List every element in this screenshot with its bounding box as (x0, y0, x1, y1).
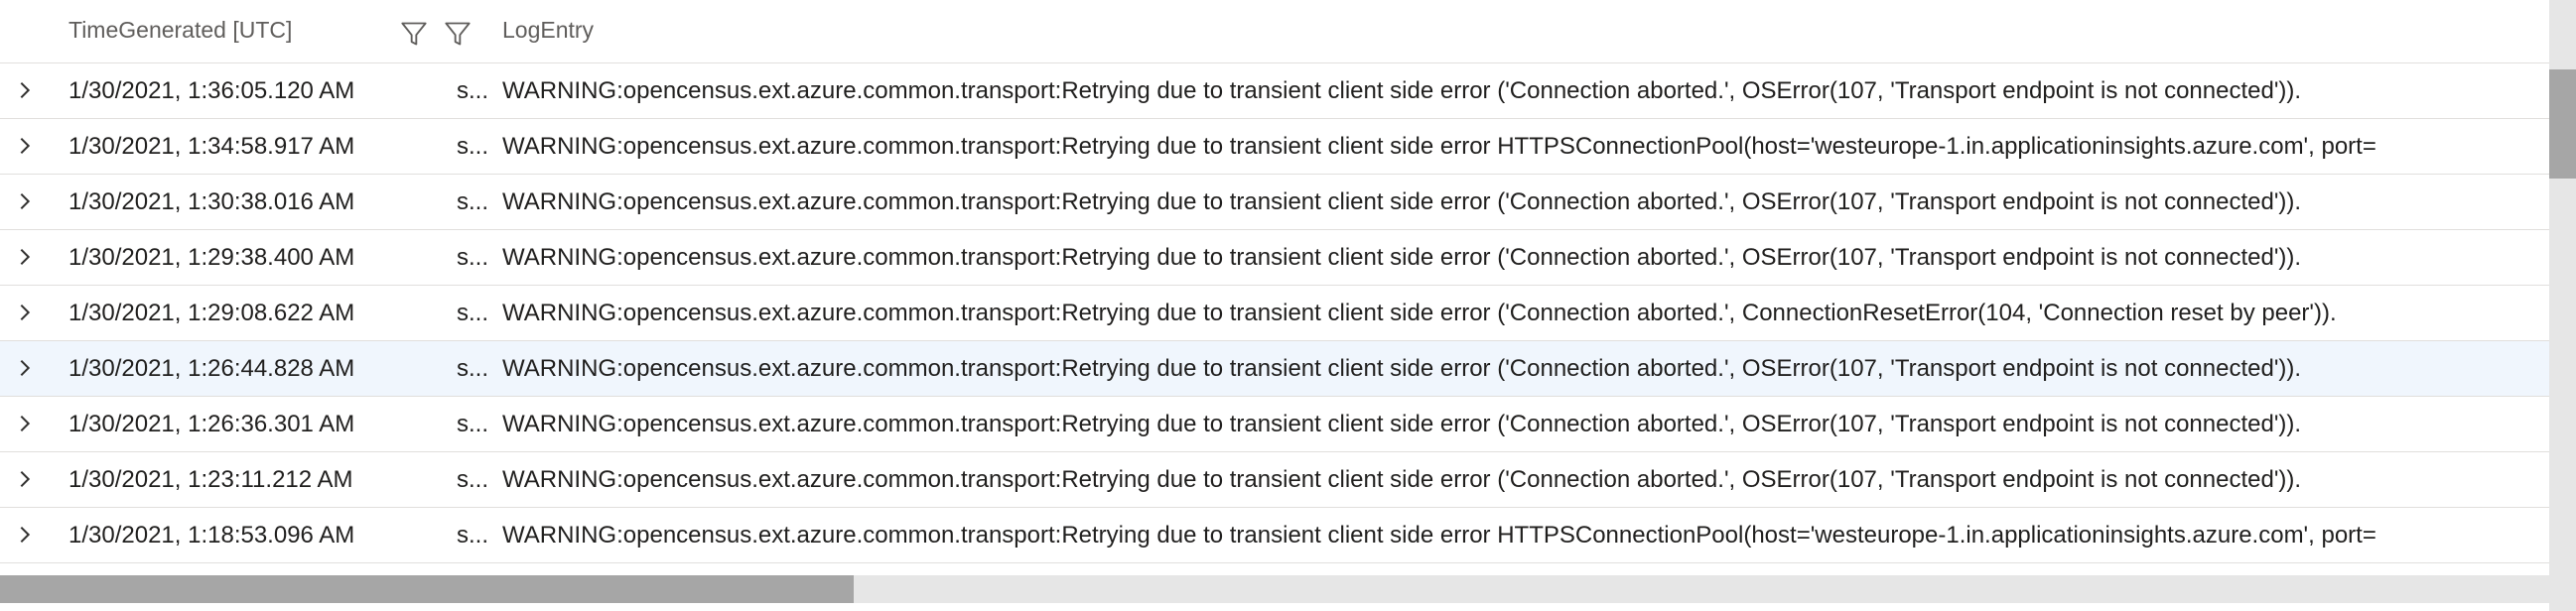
cell-log-entry: WARNING:opencensus.ext.azure.common.tran… (502, 300, 2337, 326)
chevron-right-icon[interactable] (14, 79, 36, 101)
chevron-right-icon[interactable] (14, 190, 36, 212)
cell-truncated: s... (457, 411, 489, 437)
filter-icon[interactable] (400, 20, 428, 48)
cell-log-entry: WARNING:opencensus.ext.azure.common.tran… (502, 355, 2302, 382)
cell-log-entry: WARNING:opencensus.ext.azure.common.tran… (502, 411, 2302, 437)
table-row[interactable]: 1/30/2021, 1:30:38.016 AM s... WARNING:o… (0, 175, 2549, 230)
cell-log-entry: WARNING:opencensus.ext.azure.common.tran… (502, 133, 2376, 160)
table-row[interactable]: 1/30/2021, 1:29:08.622 AM s... WARNING:o… (0, 286, 2549, 341)
filter-icon[interactable] (444, 20, 472, 48)
cell-time-generated: 1/30/2021, 1:34:58.917 AM (68, 133, 355, 160)
cell-truncated: s... (457, 244, 489, 271)
cell-log-entry: WARNING:opencensus.ext.azure.common.tran… (502, 466, 2302, 493)
table-row[interactable]: 1/30/2021, 1:23:11.212 AM s... WARNING:o… (0, 452, 2549, 508)
grid-header: TimeGenerated [UTC] LogEntry (0, 0, 2549, 63)
table-row[interactable]: 1/30/2021, 1:18:53.096 AM s... WARNING:o… (0, 508, 2549, 563)
horizontal-scrollbar[interactable] (0, 575, 2549, 603)
cell-log-entry: WARNING:opencensus.ext.azure.common.tran… (502, 244, 2302, 271)
cell-time-generated: 1/30/2021, 1:30:38.016 AM (68, 188, 355, 215)
cell-log-entry: WARNING:opencensus.ext.azure.common.tran… (502, 77, 2302, 104)
table-row[interactable]: 1/30/2021, 1:36:05.120 AM s... WARNING:o… (0, 63, 2549, 119)
cell-log-entry: WARNING:opencensus.ext.azure.common.tran… (502, 188, 2302, 215)
table-row[interactable]: 1/30/2021, 1:26:36.301 AM s... WARNING:o… (0, 397, 2549, 452)
chevron-right-icon[interactable] (14, 468, 36, 490)
table-row-selected[interactable]: 1/30/2021, 1:26:44.828 AM s... WARNING:o… (0, 341, 2549, 397)
chevron-right-icon[interactable] (14, 246, 36, 268)
cell-log-entry: WARNING:opencensus.ext.azure.common.tran… (502, 522, 2376, 549)
cell-time-generated: 1/30/2021, 1:23:11.212 AM (68, 466, 353, 493)
chevron-right-icon[interactable] (14, 302, 36, 323)
cell-time-generated: 1/30/2021, 1:36:05.120 AM (68, 77, 355, 104)
scrollbar-corner (0, 603, 2549, 611)
cell-time-generated: 1/30/2021, 1:18:53.096 AM (68, 522, 355, 549)
cell-time-generated: 1/30/2021, 1:26:36.301 AM (68, 411, 355, 437)
cell-time-generated: 1/30/2021, 1:26:44.828 AM (68, 355, 355, 382)
vertical-scrollbar-thumb[interactable] (2549, 69, 2576, 179)
cell-truncated: s... (457, 77, 489, 104)
column-header-log-entry[interactable]: LogEntry (502, 17, 594, 44)
horizontal-scrollbar-thumb[interactable] (0, 575, 854, 603)
cell-time-generated: 1/30/2021, 1:29:38.400 AM (68, 244, 355, 271)
cell-truncated: s... (457, 466, 489, 493)
vertical-scrollbar[interactable] (2549, 0, 2576, 611)
cell-truncated: s... (457, 300, 489, 326)
table-row[interactable]: 1/30/2021, 1:29:38.400 AM s... WARNING:o… (0, 230, 2549, 286)
chevron-right-icon[interactable] (14, 135, 36, 157)
chevron-right-icon[interactable] (14, 357, 36, 379)
cell-truncated: s... (457, 188, 489, 215)
cell-truncated: s... (457, 355, 489, 382)
column-header-time-generated[interactable]: TimeGenerated [UTC] (68, 17, 292, 44)
chevron-right-icon[interactable] (14, 524, 36, 546)
cell-truncated: s... (457, 522, 489, 549)
cell-truncated: s... (457, 133, 489, 160)
results-grid: TimeGenerated [UTC] LogEntry 1/30/2021, … (0, 0, 2549, 565)
table-row[interactable]: 1/30/2021, 1:34:58.917 AM s... WARNING:o… (0, 119, 2549, 175)
cell-time-generated: 1/30/2021, 1:29:08.622 AM (68, 300, 355, 326)
chevron-right-icon[interactable] (14, 413, 36, 434)
